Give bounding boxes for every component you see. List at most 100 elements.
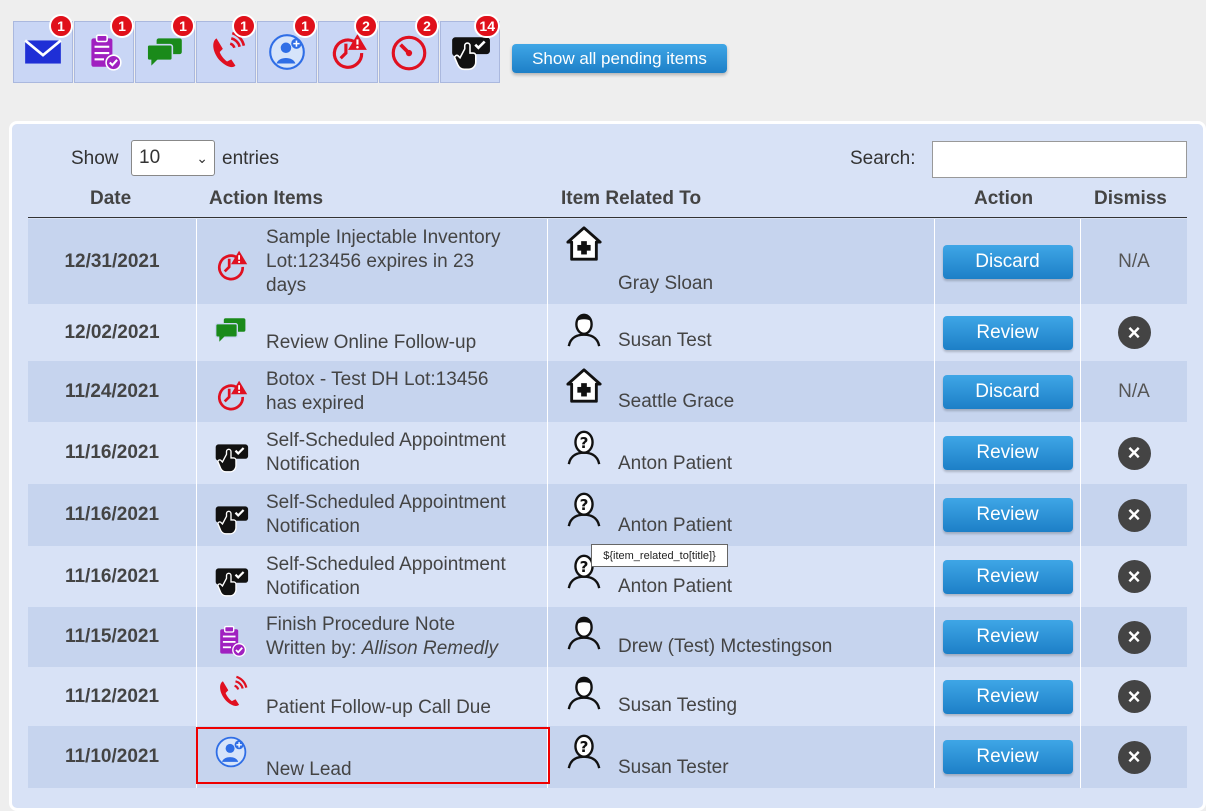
hand-tap-icon [213, 439, 249, 475]
highlight-box [196, 727, 550, 784]
dismiss-cell: × [1080, 667, 1187, 726]
related-name[interactable]: Anton Patient [618, 576, 732, 598]
count-badge: 14 [474, 14, 500, 38]
column-header-action[interactable]: Action [974, 188, 1033, 210]
show-all-pending-button[interactable]: Show all pending items [512, 44, 727, 73]
action-item-cell[interactable]: Self-Scheduled Appointment Notification [196, 484, 547, 546]
table-row: 11/12/2021 Patient Follow-up Call Due Susa… [28, 667, 1187, 726]
dismiss-close-icon[interactable]: × [1117, 620, 1151, 654]
toolbar-button-hand-tap[interactable]: 14 [440, 14, 500, 83]
toolbar-button-envelope[interactable]: 1 [13, 14, 73, 83]
related-name[interactable]: Susan Tester [618, 757, 729, 779]
review-button[interactable]: Review [942, 315, 1073, 350]
action-item-line: Botox - Test DH Lot:13456 [266, 369, 489, 390]
entries-label: entries [222, 148, 280, 169]
action-item-cell[interactable]: Finish Procedure Note Written by: Allison… [196, 607, 547, 667]
related-cell[interactable]: Seattle Grace [547, 361, 934, 422]
review-button[interactable]: Review [942, 620, 1073, 654]
action-cell: Review [934, 667, 1080, 726]
related-cell[interactable]: Susan Test [547, 304, 934, 361]
related-cell[interactable]: Susan Testing [547, 667, 934, 726]
column-header-action-items[interactable]: Action Items [209, 188, 323, 210]
related-cell[interactable]: Susan Tester [547, 726, 934, 788]
table-row: 11/24/2021 Botox - Test DH Lot:13456 has e… [28, 361, 1187, 422]
action-item-icon [213, 378, 249, 419]
column-header-item-related-to[interactable]: Item Related To [561, 188, 701, 210]
date-cell: 11/12/2021 [64, 685, 160, 707]
review-button[interactable]: Review [942, 559, 1073, 594]
table-row: 12/02/2021 Review Online Follow-up Susan T… [28, 304, 1187, 361]
review-button[interactable]: Review [942, 679, 1073, 714]
related-name[interactable]: Drew (Test) Mctestingson [618, 636, 832, 658]
toolbar-button-clipboard-check[interactable]: 1 [74, 14, 134, 83]
related-name[interactable]: Anton Patient [618, 453, 732, 475]
dismiss-cell: × [1080, 726, 1187, 788]
related-name[interactable]: Anton Patient [618, 515, 732, 537]
dismiss-close-icon[interactable]: × [1117, 316, 1151, 349]
timer-alert-icon [213, 378, 249, 414]
table-row: 11/16/2021 Self-Scheduled Appointment Noti… [28, 422, 1187, 484]
person-icon [565, 673, 603, 711]
related-icon [565, 490, 603, 533]
search-label: Search: [850, 148, 916, 169]
related-name[interactable]: Gray Sloan [618, 273, 713, 295]
author-name: Allison Remedly [361, 638, 498, 659]
action-item-cell[interactable]: Sample Injectable Inventory Lot:123456 ex… [196, 219, 547, 304]
toolbar-button-clock-expired[interactable]: 2 [379, 14, 439, 83]
action-item-cell[interactable]: Self-Scheduled Appointment Notification [196, 546, 547, 607]
action-item-icon [213, 439, 249, 480]
toolbar-button-chat-bubbles[interactable]: 1 [135, 14, 195, 83]
action-cell: Review [934, 484, 1080, 546]
related-cell[interactable]: Gray Sloan [547, 219, 934, 304]
review-button[interactable]: Review [942, 740, 1073, 774]
dismiss-close-icon[interactable]: × [1117, 560, 1151, 593]
action-item-line: Notification [266, 516, 360, 537]
entries-select[interactable]: 10 ⌄ [131, 140, 215, 176]
action-cell: Review [934, 546, 1080, 607]
action-item-text: Sample Injectable Inventory Lot:123456 ex… [266, 226, 500, 298]
search-input[interactable] [932, 141, 1187, 178]
action-cell: Review [934, 304, 1080, 361]
toolbar-button-phone-ringing[interactable]: 1 [196, 14, 256, 83]
dismiss-close-icon[interactable]: × [1117, 740, 1151, 774]
dismiss-close-icon[interactable]: × [1117, 680, 1151, 713]
review-button[interactable]: Review [942, 498, 1073, 532]
count-badge: 2 [354, 14, 378, 38]
dismiss-cell: N/A [1080, 361, 1187, 422]
date-cell: 12/02/2021 [64, 321, 160, 343]
action-item-cell[interactable]: Patient Follow-up Call Due [196, 667, 547, 726]
action-cell: Discard [934, 361, 1080, 422]
count-badge: 1 [171, 14, 195, 38]
related-cell[interactable]: Anton Patient [547, 422, 934, 484]
action-cell: Review [934, 726, 1080, 788]
toolbar-button-user-add[interactable]: 1 [257, 14, 317, 83]
toolbar-button-timer-alert[interactable]: 2 [318, 14, 378, 83]
related-cell[interactable]: Anton Patient [547, 484, 934, 546]
discard-button[interactable]: Discard [942, 374, 1073, 409]
discard-button[interactable]: Discard [942, 244, 1073, 279]
related-name[interactable]: Susan Testing [618, 695, 737, 717]
dismiss-cell: N/A [1080, 219, 1187, 304]
count-badge: 1 [293, 14, 317, 38]
action-item-cell[interactable]: Review Online Follow-up [196, 304, 547, 361]
review-button[interactable]: Review [942, 436, 1073, 470]
date-cell: 11/24/2021 [64, 380, 160, 402]
column-header-date[interactable]: Date [90, 188, 131, 210]
dismiss-close-icon[interactable]: × [1117, 498, 1151, 532]
column-header-dismiss[interactable]: Dismiss [1094, 188, 1167, 210]
related-cell[interactable]: Drew (Test) Mctestingson [547, 607, 934, 667]
related-icon [565, 367, 603, 410]
related-name[interactable]: Seattle Grace [618, 391, 734, 413]
related-name[interactable]: Susan Test [618, 330, 712, 352]
action-cell: Review [934, 422, 1080, 484]
action-item-line: Review Online Follow-up [266, 332, 477, 353]
dismiss-na: N/A [1118, 380, 1150, 402]
hand-tap-icon [213, 501, 249, 537]
action-item-author-line: Written by: Allison Remedly [266, 637, 498, 661]
unknown-person-icon [565, 490, 603, 528]
action-item-text: Botox - Test DH Lot:13456 has expired [266, 368, 489, 416]
dismiss-close-icon[interactable]: × [1117, 436, 1151, 470]
action-item-cell[interactable]: Botox - Test DH Lot:13456 has expired [196, 361, 547, 422]
related-icon [565, 673, 603, 716]
action-item-cell[interactable]: Self-Scheduled Appointment Notification [196, 422, 547, 484]
